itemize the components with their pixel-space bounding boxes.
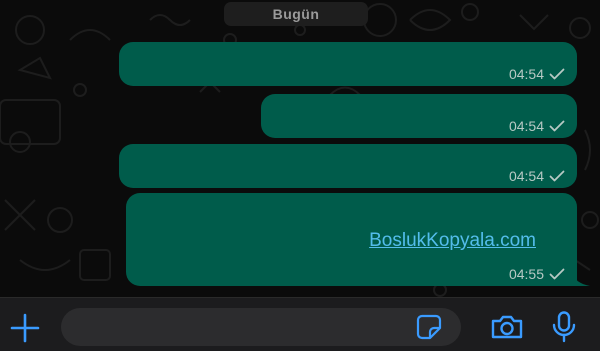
message-meta: 04:54 bbox=[509, 118, 565, 134]
message-time: 04:54 bbox=[508, 168, 544, 184]
camera-icon[interactable] bbox=[490, 314, 524, 340]
bubble-tail bbox=[572, 272, 590, 286]
outgoing-message-bubble[interactable]: 04:54 bbox=[261, 94, 577, 138]
message-time: 04:54 bbox=[508, 66, 544, 82]
message-link[interactable]: BoslukKopyala.com bbox=[369, 230, 536, 252]
message-meta: 04:55 bbox=[509, 266, 565, 282]
date-separator: Bugün bbox=[224, 2, 368, 26]
microphone-icon[interactable] bbox=[551, 311, 577, 343]
single-check-icon bbox=[549, 268, 565, 280]
message-meta: 04:54 bbox=[509, 168, 565, 184]
plus-icon[interactable] bbox=[10, 313, 40, 343]
date-separator-label: Bugün bbox=[272, 6, 320, 22]
outgoing-message-bubble[interactable]: 04:54 bbox=[119, 144, 577, 188]
single-check-icon bbox=[549, 170, 565, 182]
message-meta: 04:54 bbox=[509, 66, 565, 82]
message-time: 04:54 bbox=[508, 118, 544, 134]
message-time: 04:55 bbox=[508, 266, 544, 282]
outgoing-message-bubble[interactable]: 04:54 bbox=[119, 42, 577, 86]
single-check-icon bbox=[549, 120, 565, 132]
outgoing-message-bubble[interactable]: BoslukKopyala.com 04:55 bbox=[126, 193, 590, 286]
message-input[interactable] bbox=[61, 308, 461, 346]
single-check-icon bbox=[549, 68, 565, 80]
sticker-icon[interactable] bbox=[416, 314, 442, 340]
